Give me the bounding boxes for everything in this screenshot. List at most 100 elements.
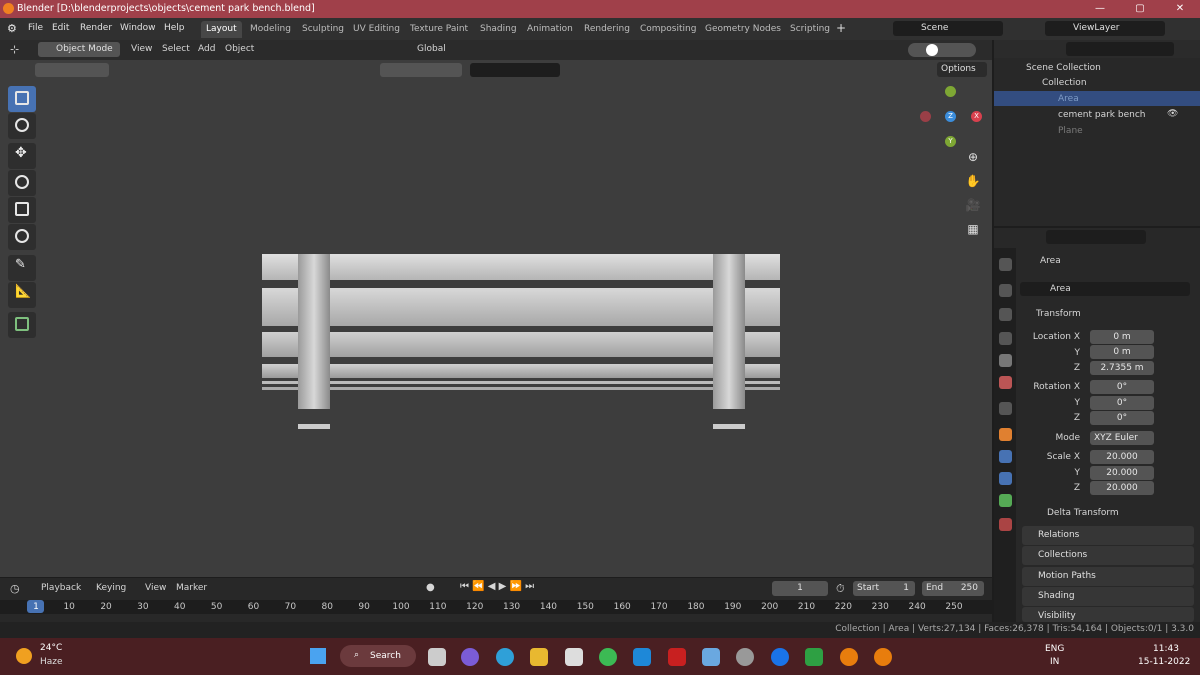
bench-foot-left[interactable] xyxy=(298,424,330,429)
chrome-icon[interactable] xyxy=(599,648,617,666)
outliner-item-bench[interactable]: cement park bench xyxy=(1058,110,1146,120)
render-tab-icon[interactable] xyxy=(999,284,1012,297)
tab-animation[interactable]: Animation xyxy=(522,21,578,38)
gizmo-z-top-icon[interactable] xyxy=(945,86,956,97)
view-layer-selector[interactable]: ViewLayer xyxy=(1045,21,1165,36)
playback-menu[interactable]: Playback xyxy=(41,583,81,593)
bench-leg-left[interactable] xyxy=(298,254,330,409)
scale-y-field[interactable]: 20.000 xyxy=(1090,466,1154,480)
transform-tool[interactable] xyxy=(8,224,36,250)
transform-header[interactable]: Transform xyxy=(1036,309,1081,319)
rotation-y-field[interactable]: 0° xyxy=(1090,396,1154,410)
delta-transform-panel[interactable]: Delta Transform xyxy=(1047,508,1119,518)
clock-date[interactable]: 15-11-2022 xyxy=(1138,657,1190,667)
modifier-tab-icon[interactable] xyxy=(999,450,1012,463)
blender-taskbar-icon[interactable] xyxy=(840,648,858,666)
select-menu[interactable]: Select xyxy=(162,44,190,54)
tab-compositing[interactable]: Compositing xyxy=(635,21,701,38)
bench-slat[interactable] xyxy=(262,288,780,326)
add-workspace-icon[interactable]: + xyxy=(836,21,846,35)
collections-panel[interactable]: Collections xyxy=(1022,546,1194,565)
current-frame-field[interactable]: 1 xyxy=(772,581,828,596)
outliner-item-area[interactable]: Area xyxy=(1058,94,1079,104)
tab-scripting[interactable]: Scripting xyxy=(785,21,835,38)
gizmo-z-icon[interactable]: Z xyxy=(945,111,956,122)
collection-label[interactable]: Collection xyxy=(1042,78,1087,88)
selection-mode-buttons[interactable] xyxy=(35,63,109,77)
tab-shading[interactable]: Shading xyxy=(475,21,522,38)
bench-backrest-top[interactable] xyxy=(262,254,780,280)
blender-menu-icon[interactable]: ⚙ xyxy=(7,22,17,35)
navigation-gizmo[interactable]: X Z Y xyxy=(918,84,982,148)
object-tab-icon[interactable] xyxy=(999,428,1012,441)
close-button[interactable]: ✕ xyxy=(1160,1,1200,17)
gizmo-neg-x-icon[interactable] xyxy=(920,111,931,122)
windows-start-icon[interactable] xyxy=(310,648,326,664)
shading-panel[interactable]: Shading xyxy=(1022,587,1194,606)
start-frame-field[interactable]: Start 1 xyxy=(853,581,915,596)
viewport-search-input[interactable] xyxy=(470,63,560,77)
tab-rendering[interactable]: Rendering xyxy=(579,21,635,38)
measure-tool[interactable]: 📐 xyxy=(8,282,36,308)
output-tab-icon[interactable] xyxy=(999,308,1012,321)
viewport-filter-icons[interactable] xyxy=(380,63,462,77)
bench-slat[interactable] xyxy=(262,387,780,390)
object-menu[interactable]: Object xyxy=(225,44,254,54)
scene-collection-label[interactable]: Scene Collection xyxy=(1026,63,1101,73)
cursor-tool[interactable] xyxy=(8,113,36,139)
relations-panel[interactable]: Relations xyxy=(1022,526,1194,545)
location-z-field[interactable]: 2.7355 m xyxy=(1090,361,1154,375)
view-layer-tab-icon[interactable] xyxy=(999,332,1012,345)
data-tab-icon[interactable] xyxy=(999,494,1012,507)
gizmo-y-icon[interactable]: Y xyxy=(945,136,956,147)
app-red-icon[interactable] xyxy=(668,648,686,666)
mode-dropdown[interactable]: Object Mode xyxy=(38,42,120,57)
collection-tab-icon[interactable] xyxy=(999,402,1012,415)
tab-texture-paint[interactable]: Texture Paint xyxy=(405,21,473,38)
outliner-search-input[interactable] xyxy=(1066,42,1174,56)
end-frame-field[interactable]: End 250 xyxy=(922,581,984,596)
visibility-eye-icon[interactable]: 👁 xyxy=(1167,109,1178,119)
menu-render[interactable]: Render xyxy=(80,23,112,33)
select-box-tool[interactable] xyxy=(8,86,36,112)
pan-hand-icon[interactable]: ✋ xyxy=(962,174,984,194)
shading-modes[interactable] xyxy=(908,43,976,57)
xbox-icon[interactable] xyxy=(805,648,823,666)
task-view-icon[interactable] xyxy=(428,648,446,666)
language-region[interactable]: IN xyxy=(1050,657,1059,667)
photos-icon[interactable] xyxy=(702,648,720,666)
file-explorer-icon[interactable] xyxy=(530,648,548,666)
scene-selector[interactable]: Scene xyxy=(893,21,1003,36)
language-eng[interactable]: ENG xyxy=(1045,644,1064,654)
rotate-tool[interactable] xyxy=(8,170,36,196)
menu-file[interactable]: File xyxy=(28,23,43,33)
options-dropdown[interactable]: Options xyxy=(937,62,987,77)
taskbar-search-button[interactable]: ⌕ Search xyxy=(340,645,416,667)
settings-gear-icon[interactable] xyxy=(736,648,754,666)
tab-uv-editing[interactable]: UV Editing xyxy=(348,21,405,38)
ms-store-icon[interactable] xyxy=(565,648,583,666)
tab-sculpting[interactable]: Sculpting xyxy=(297,21,349,38)
timeline-view-menu[interactable]: View xyxy=(145,583,166,593)
orientation-dropdown[interactable]: Global xyxy=(417,44,446,54)
rotation-x-field[interactable]: 0° xyxy=(1090,380,1154,394)
menu-edit[interactable]: Edit xyxy=(52,23,69,33)
physics-tab-icon[interactable] xyxy=(999,472,1012,485)
tab-geometry-nodes[interactable]: Geometry Nodes xyxy=(700,21,786,38)
outliner-item-plane[interactable]: Plane xyxy=(1058,126,1083,136)
tool-tab-icon[interactable] xyxy=(999,258,1012,271)
editor-type-icon[interactable]: ⊹ xyxy=(10,43,19,56)
location-x-field[interactable]: 0 m xyxy=(1090,330,1154,344)
bench-slat[interactable] xyxy=(262,364,780,378)
move-tool[interactable]: ✥ xyxy=(8,143,36,169)
bench-slat[interactable] xyxy=(262,332,780,357)
scale-z-field[interactable]: 20.000 xyxy=(1090,481,1154,495)
mail-icon[interactable] xyxy=(633,648,651,666)
outliner-row-area-selected[interactable] xyxy=(994,91,1200,106)
motion-paths-panel[interactable]: Motion Paths xyxy=(1022,567,1194,586)
weather-icon[interactable] xyxy=(16,648,32,664)
location-y-field[interactable]: 0 m xyxy=(1090,345,1154,359)
visibility-panel[interactable]: Visibility xyxy=(1022,607,1194,622)
rotation-z-field[interactable]: 0° xyxy=(1090,411,1154,425)
edge-browser-icon[interactable] xyxy=(496,648,514,666)
